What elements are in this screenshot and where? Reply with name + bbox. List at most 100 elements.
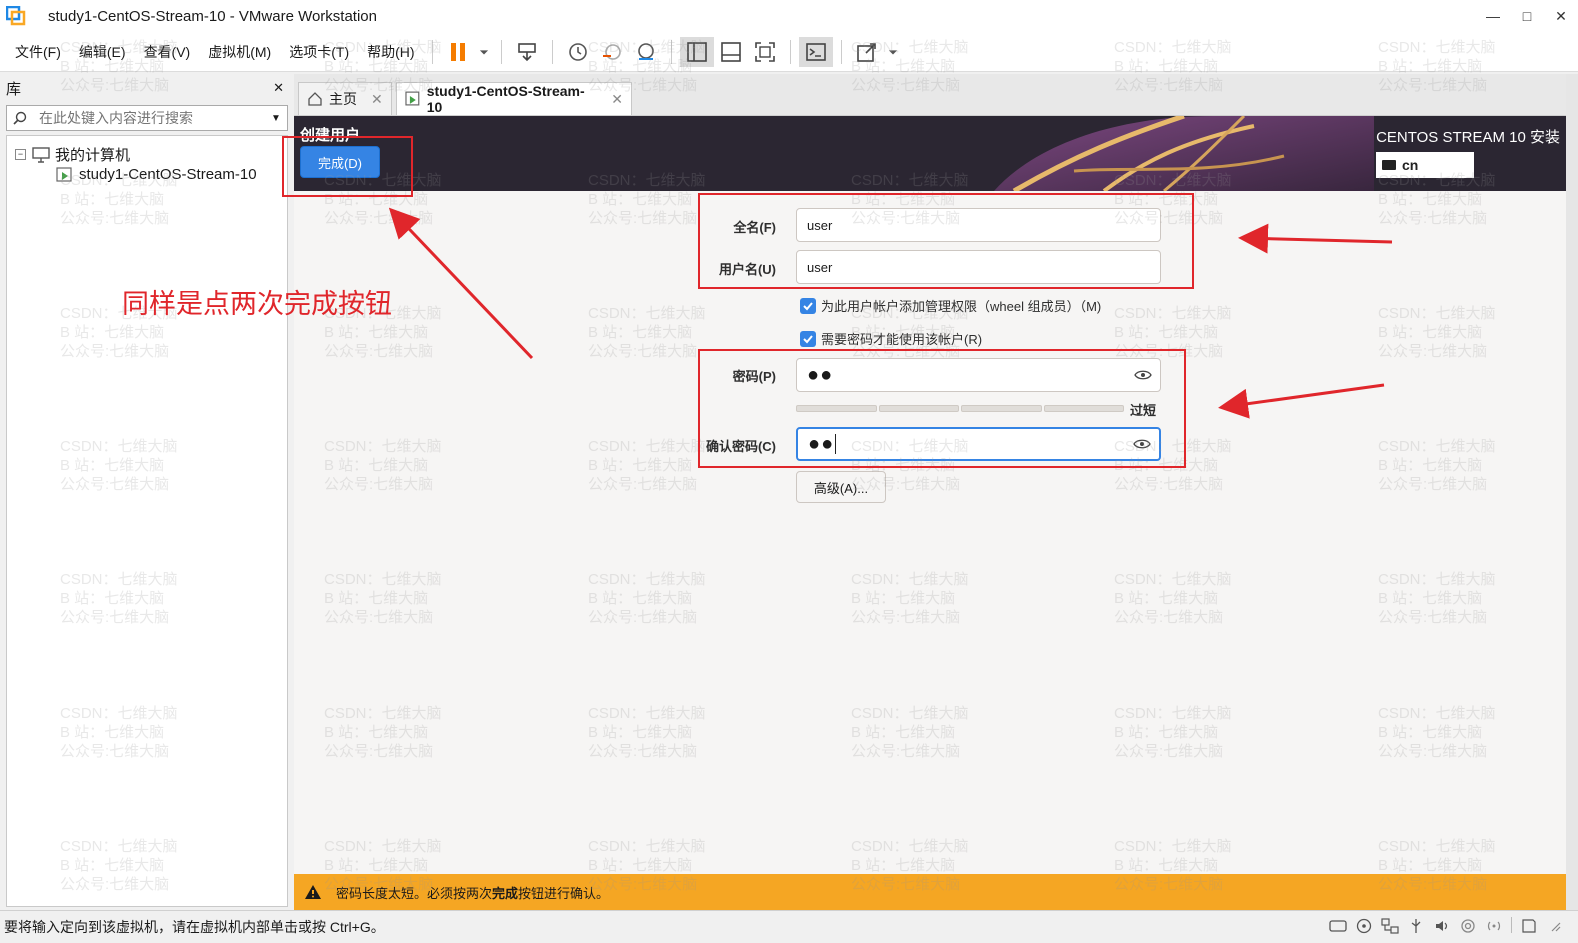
snapshot-manager-button[interactable]	[629, 37, 663, 67]
cd-drive-icon[interactable]	[1355, 917, 1373, 935]
require-password-checkbox-row[interactable]: 需要密码才能使用该帐户(R)	[800, 329, 982, 348]
header-artwork	[994, 116, 1374, 191]
chevron-down-icon	[888, 49, 897, 54]
fullscreen-icon	[754, 41, 775, 62]
fullscreen-button[interactable]	[748, 37, 782, 67]
hard-disk-icon[interactable]	[1329, 917, 1347, 935]
usb-device-icon[interactable]	[1407, 917, 1425, 935]
library-layout-icon	[686, 41, 707, 62]
thumbnail-layout-icon	[720, 41, 741, 62]
vertical-scrollbar[interactable]	[1566, 74, 1578, 910]
tree-item-label: study1-CentOS-Stream-10	[79, 166, 257, 183]
annotation-box-passwords	[698, 349, 1186, 468]
tab-label: 主页	[329, 91, 357, 107]
send-ctrl-alt-del-button[interactable]	[510, 37, 544, 67]
snapshot-manager-icon	[637, 42, 654, 60]
show-library-button[interactable]	[679, 36, 714, 67]
network-adapter-icon[interactable]	[1381, 917, 1399, 935]
minimize-button[interactable]: —	[1476, 0, 1510, 32]
library-panel: 库 ✕ ▼ − 我的计算机 study1-CentOS-Stream-10	[0, 74, 292, 910]
sound-card-icon[interactable]	[1433, 917, 1451, 935]
toolbar-separator	[670, 39, 672, 64]
computer-icon	[32, 146, 50, 163]
tab-home[interactable]: 主页 ✕	[298, 82, 392, 115]
search-icon	[7, 111, 33, 125]
menu-edit[interactable]: 编辑(E)	[70, 42, 135, 62]
product-name: CENTOS STREAM 10 安装	[1376, 129, 1560, 146]
warning-text-prefix: 密码长度太短。必须按两次	[336, 885, 493, 901]
menu-help[interactable]: 帮助(H)	[358, 42, 423, 62]
library-title: 库	[6, 80, 22, 98]
keyboard-icon	[1382, 160, 1396, 170]
close-window-button[interactable]: ✕	[1544, 0, 1578, 32]
checkmark-icon	[803, 334, 813, 343]
resize-grip-icon[interactable]	[1546, 917, 1564, 935]
menu-view[interactable]: 查看(V)	[135, 42, 200, 62]
snapshot-clock-icon	[568, 42, 587, 61]
library-close-button[interactable]: ✕	[273, 80, 284, 96]
tree-item-label: 我的计算机	[55, 147, 131, 164]
tab-vm[interactable]: study1-CentOS-Stream-10 ✕	[396, 82, 632, 115]
tab-close-button[interactable]: ✕	[611, 91, 623, 108]
admin-checkbox[interactable]	[800, 297, 816, 314]
require-password-checkbox[interactable]	[800, 330, 816, 347]
warning-text-suffix: 按钮进行确认。	[518, 885, 610, 901]
toolbar-separator	[431, 39, 433, 64]
menu-file[interactable]: 文件(F)	[6, 42, 70, 62]
advanced-button[interactable]: 高级(A)...	[796, 471, 886, 503]
message-log-icon[interactable]	[1520, 917, 1538, 935]
warning-text-bold: 完成	[492, 885, 519, 901]
console-view-button[interactable]	[798, 36, 833, 67]
admin-checkbox-label: 为此用户帐户添加管理权限（wheel 组成员）（M)	[821, 299, 1102, 314]
library-tree: − 我的计算机 study1-CentOS-Stream-10	[6, 135, 288, 907]
vmware-logo-icon	[6, 6, 26, 26]
library-search-input[interactable]	[33, 110, 265, 126]
checkmark-icon	[803, 301, 813, 310]
status-bar: 要将输入定向到该虚拟机，请在虚拟机内部单击或按 Ctrl+G。	[0, 910, 1578, 943]
tab-strip: 主页 ✕ study1-CentOS-Stream-10 ✕	[294, 74, 1566, 116]
home-icon	[308, 92, 322, 106]
chevron-down-icon[interactable]: ▼	[265, 113, 287, 124]
terminal-icon	[805, 42, 826, 61]
thumbnail-bar-button[interactable]	[714, 37, 748, 67]
chevron-down-icon	[479, 49, 488, 54]
keyboard-layout-indicator[interactable]: cn	[1376, 152, 1474, 178]
keyboard-layout-label: cn	[1402, 157, 1419, 173]
library-search[interactable]: ▼	[6, 105, 288, 131]
pause-vm-button[interactable]	[441, 37, 475, 67]
vm-running-icon	[56, 166, 72, 182]
stretch-dropdown-button[interactable]	[884, 37, 902, 67]
vm-running-icon	[405, 91, 420, 106]
menu-tabs[interactable]: 选项卡(T)	[280, 42, 358, 62]
network-send-icon	[517, 42, 536, 61]
maximize-button[interactable]: □	[1510, 0, 1544, 32]
annotation-note: 同样是点两次完成按钮	[122, 289, 392, 320]
stretch-guest-button[interactable]	[850, 37, 884, 67]
admin-checkbox-row[interactable]: 为此用户帐户添加管理权限（wheel 组成员）（M)	[800, 296, 1101, 315]
display-settings-icon[interactable]	[1459, 917, 1477, 935]
annotation-box-names	[698, 193, 1194, 289]
tree-item-my-computer[interactable]: − 我的计算机	[15, 144, 130, 165]
require-password-label: 需要密码才能使用该帐户(R)	[821, 332, 983, 347]
tab-label: study1-CentOS-Stream-10	[426, 83, 585, 115]
menu-vm[interactable]: 虚拟机(M)	[199, 42, 280, 62]
tree-item-vm[interactable]: study1-CentOS-Stream-10	[56, 166, 257, 183]
title-bar: study1-CentOS-Stream-10 - VMware Worksta…	[0, 0, 1578, 32]
revert-snapshot-button[interactable]	[595, 37, 629, 67]
tree-collapse-toggle[interactable]: −	[15, 149, 26, 160]
toolbar-separator	[500, 39, 502, 64]
status-text: 要将输入定向到该虚拟机，请在虚拟机内部单击或按 Ctrl+G。	[4, 919, 385, 935]
revert-snapshot-icon	[602, 43, 621, 60]
power-dropdown-button[interactable]	[475, 37, 493, 67]
warning-bar: 密码长度太短。必须按两次 完成 按钮进行确认。	[294, 874, 1566, 910]
stretch-icon	[856, 42, 876, 62]
window-title: study1-CentOS-Stream-10 - VMware Worksta…	[48, 7, 377, 25]
status-separator	[1511, 917, 1512, 933]
toolbar-separator	[840, 39, 842, 64]
wireless-icon[interactable]	[1485, 917, 1503, 935]
snapshot-button[interactable]	[561, 37, 595, 67]
annotation-box-done	[282, 136, 413, 197]
tab-close-button[interactable]: ✕	[371, 91, 383, 108]
pause-icon	[450, 42, 465, 61]
warning-icon	[305, 885, 321, 899]
